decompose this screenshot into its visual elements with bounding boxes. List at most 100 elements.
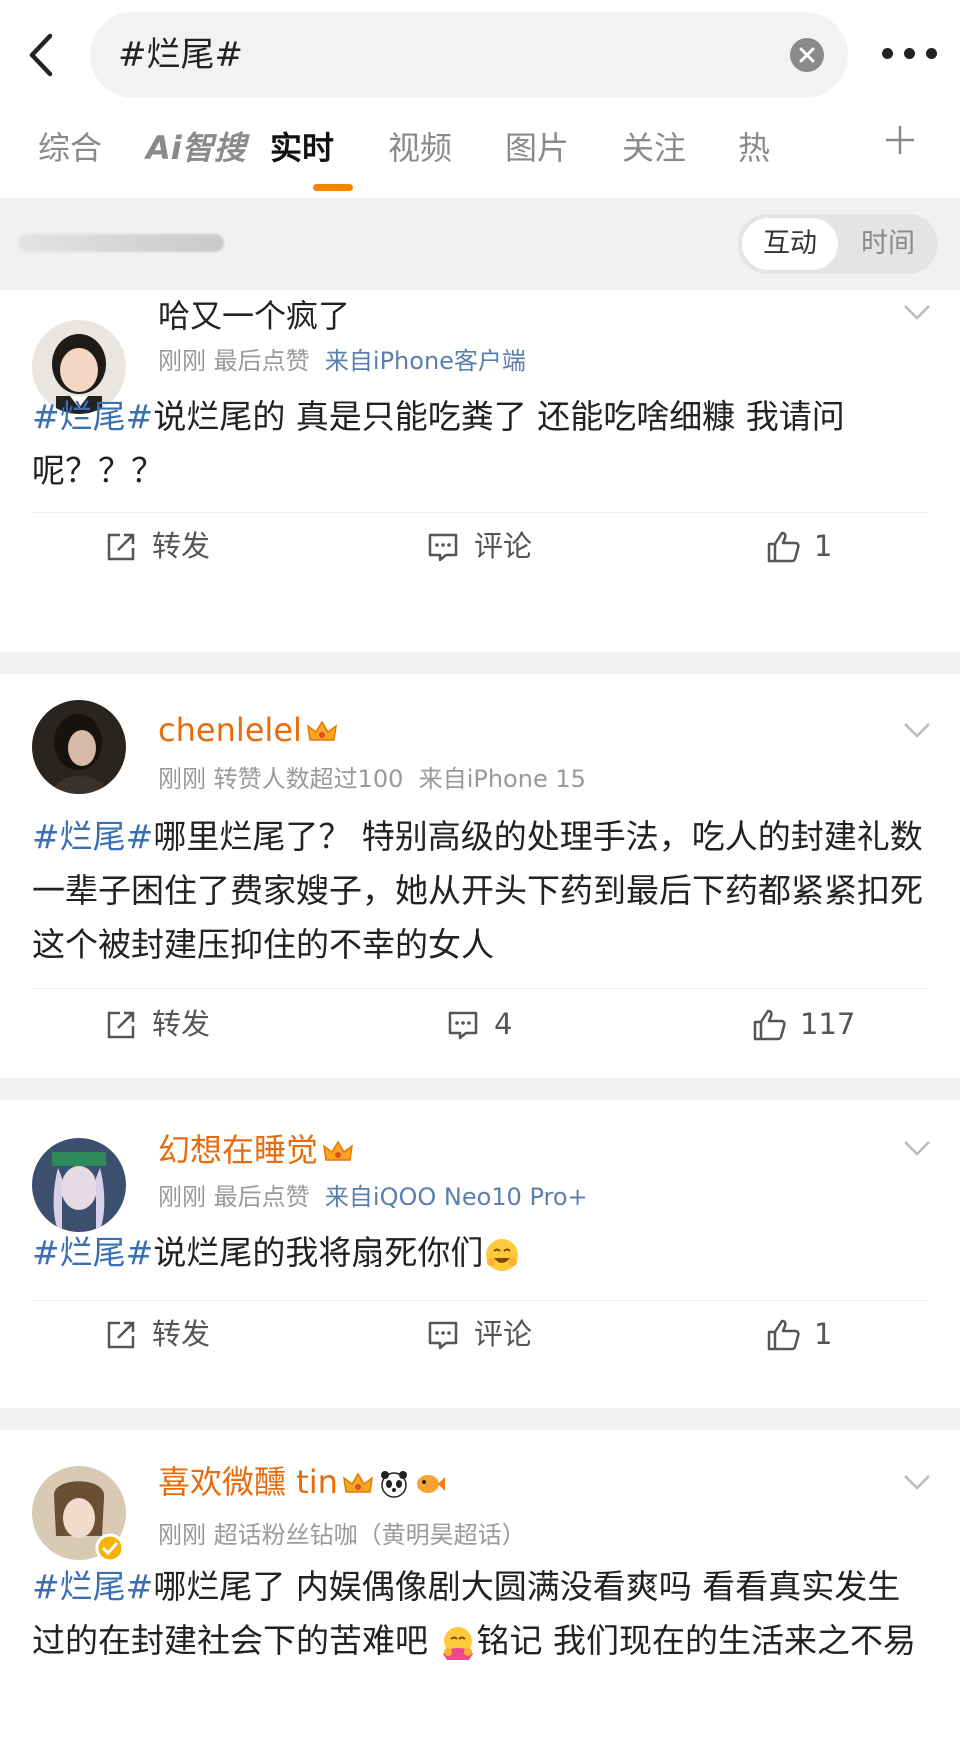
post-meta: 刚刚 超话粉丝钻咖（黄明昊超话） [158, 1520, 526, 1550]
post-card[interactable]: 哈又一个疯了 刚刚 最后点赞 来自iPhone客户端 #烂尾#说烂尾的 真是只能… [0, 290, 960, 652]
back-arrow-icon[interactable] [22, 30, 62, 80]
search-bar[interactable]: #烂尾# [90, 12, 848, 98]
separator [0, 1408, 960, 1430]
thumbs-up-icon [767, 1319, 800, 1351]
like-button[interactable]: 1 [766, 1316, 866, 1356]
like-button[interactable]: 1 [766, 528, 866, 568]
chevron-down-icon[interactable] [902, 1138, 932, 1158]
tab-video[interactable]: 视频 [388, 128, 452, 168]
tab-fade [810, 110, 870, 198]
comment-label: 评论 [474, 1317, 533, 1351]
comment-icon [428, 1321, 458, 1350]
username-text: chenlelel [158, 711, 302, 749]
avatar[interactable] [32, 700, 126, 794]
post-meta: 刚刚 最后点赞 来自iQOO Neo10 Pro+ [158, 1182, 588, 1212]
laughing-emoji-icon [486, 1238, 519, 1271]
like-count: 1 [814, 1317, 833, 1351]
post-text: #烂尾#说烂尾的我将扇死你们 [32, 1226, 932, 1280]
username-text: 幻想在睡觉 [158, 1131, 319, 1169]
chevron-down-icon[interactable] [902, 1472, 932, 1492]
separator [0, 1078, 960, 1100]
clear-icon[interactable] [790, 38, 824, 72]
separator [0, 652, 960, 674]
repost-label: 转发 [152, 1007, 211, 1041]
comment-button[interactable]: 评论 [426, 1316, 546, 1356]
tab-hot[interactable]: 热 [738, 128, 770, 168]
hashtag-link[interactable]: #烂尾# [32, 397, 153, 436]
chevron-down-icon[interactable] [902, 302, 932, 322]
post-body: 哪里烂尾了？ 特别高级的处理手法，吃人的封建礼数一辈子困住了费家嫂子，她从开头下… [32, 817, 923, 964]
repost-button[interactable]: 转发 [104, 1316, 224, 1356]
hashtag-link[interactable]: #烂尾# [32, 1567, 153, 1606]
vip-crown-icon [306, 720, 337, 741]
like-button[interactable]: 117 [752, 1006, 872, 1046]
tab-images[interactable]: 图片 [505, 128, 569, 168]
sort-time[interactable]: 时间 [838, 214, 938, 274]
post-text: #烂尾#哪烂尾了 内娱偶像剧大圆满没看爽吗 看看真实发生过的在封建社会下的苦难吧… [32, 1560, 932, 1668]
avatar[interactable] [32, 1466, 126, 1563]
divider [32, 988, 928, 989]
tab-realtime[interactable]: 实时 [270, 128, 334, 168]
repost-button[interactable]: 转发 [104, 1006, 224, 1046]
avatar[interactable] [32, 1138, 126, 1232]
post-source[interactable]: 来自iQOO Neo10 Pro+ [325, 1183, 588, 1211]
tab-ai-search[interactable]: Ai智搜 [146, 128, 246, 168]
filter-bar: 互动 时间 [0, 198, 960, 290]
sort-interaction[interactable]: 互动 [742, 218, 838, 270]
post-card[interactable]: chenlelel 刚刚 转赞人数超过100 来自iPhone 15 #烂尾#哪… [0, 674, 960, 1078]
username[interactable]: 喜欢微醺 tin [158, 1462, 446, 1502]
post-source[interactable]: 来自iPhone客户端 [325, 347, 526, 375]
fish-badge-icon [416, 1475, 445, 1493]
post-source[interactable]: 来自iPhone 15 [419, 765, 586, 793]
search-query[interactable]: #烂尾# [118, 34, 243, 76]
repost-icon [107, 1011, 135, 1039]
thumbs-up-icon [753, 1009, 786, 1041]
thumbs-up-icon [767, 531, 800, 563]
divider [32, 1300, 928, 1301]
tab-general[interactable]: 综合 [38, 128, 102, 168]
comment-icon [428, 533, 458, 562]
repost-label: 转发 [152, 1317, 211, 1351]
panda-icon [380, 1471, 407, 1498]
add-tab-icon[interactable] [882, 122, 918, 158]
username-text: 喜欢微醺 tin [158, 1463, 338, 1501]
vip-crown-icon [323, 1140, 354, 1161]
username[interactable]: 幻想在睡觉 [158, 1130, 354, 1170]
comment-button[interactable]: 评论 [426, 528, 546, 568]
username[interactable]: chenlelel [158, 710, 338, 750]
repost-button[interactable]: 转发 [104, 528, 224, 568]
divider [32, 512, 928, 513]
hashtag-link[interactable]: #烂尾# [32, 817, 153, 856]
more-icon[interactable] [878, 40, 942, 68]
repost-label: 转发 [152, 529, 211, 563]
repost-icon [107, 533, 135, 561]
post-meta: 刚刚 转赞人数超过100 来自iPhone 15 [158, 764, 586, 794]
post-meta-text: 刚刚 最后点赞 [158, 1183, 310, 1211]
repost-icon [107, 1321, 135, 1349]
hug-emoji-icon [442, 1626, 473, 1660]
blurred-region [18, 234, 224, 252]
post-meta: 刚刚 最后点赞 来自iPhone客户端 [158, 346, 526, 376]
post-card[interactable]: 喜欢微醺 tin 刚刚 超话粉丝钻咖（黄明昊超话） #烂尾#哪烂尾了 内娱偶像剧… [0, 1430, 960, 1738]
post-body: 说烂尾的 真是只能吃粪了 还能吃啥细糠 我请问呢？？？ [32, 397, 845, 490]
post-card[interactable]: 幻想在睡觉 刚刚 最后点赞 来自iQOO Neo10 Pro+ #烂尾#说烂尾的… [0, 1100, 960, 1408]
post-meta-text: 刚刚 最后点赞 [158, 347, 310, 375]
like-count: 117 [800, 1007, 856, 1041]
like-count: 1 [814, 529, 833, 563]
post-body: 说烂尾的我将扇死你们 [153, 1233, 484, 1272]
post-meta-text: 刚刚 转赞人数超过100 [158, 765, 404, 793]
hashtag-link[interactable]: #烂尾# [32, 1233, 153, 1272]
comment-button[interactable]: 4 [446, 1006, 526, 1046]
top-bar: #烂尾# [0, 0, 960, 110]
tab-following[interactable]: 关注 [622, 128, 686, 168]
comment-icon [448, 1011, 478, 1040]
post-text: #烂尾#说烂尾的 真是只能吃粪了 还能吃啥细糠 我请问呢？？？ [32, 390, 932, 498]
vip-crown-icon [342, 1472, 373, 1493]
username[interactable]: 哈又一个疯了 [158, 296, 350, 336]
chevron-down-icon[interactable] [902, 720, 932, 740]
sort-toggle[interactable]: 互动 时间 [738, 214, 938, 274]
comment-count: 4 [494, 1007, 513, 1041]
comment-label: 评论 [474, 529, 533, 563]
active-tab-indicator [313, 184, 353, 191]
post-text: #烂尾#哪里烂尾了？ 特别高级的处理手法，吃人的封建礼数一辈子困住了费家嫂子，她… [32, 810, 932, 972]
